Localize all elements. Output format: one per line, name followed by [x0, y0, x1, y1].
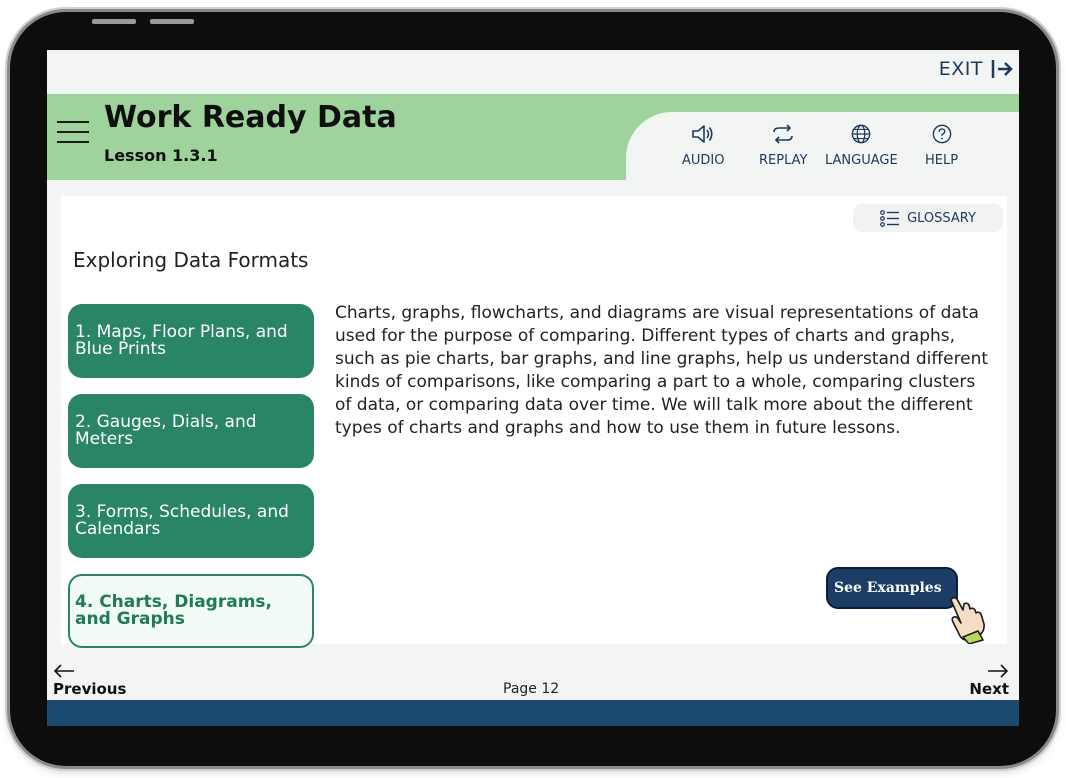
- replay-icon: [773, 124, 794, 144]
- exit-label: EXIT: [938, 58, 983, 80]
- help-icon: [932, 124, 951, 144]
- bottom-bar: [47, 700, 1019, 726]
- toolbar: AUDIO REPLAY LANGUAGE HELP: [626, 112, 1019, 182]
- volume-button-2: [150, 19, 194, 24]
- topic-button-1[interactable]: 1. Maps, Floor Plans, and Blue Prints: [68, 304, 314, 378]
- section-title: Exploring Data Formats: [73, 248, 309, 272]
- arrow-left-icon: [53, 664, 74, 678]
- see-examples-label: See Examples: [834, 580, 942, 596]
- exit-icon: [991, 60, 1013, 78]
- app-screen: EXIT Work Ready Data Lesson 1.3.1 AUDIO …: [47, 50, 1019, 726]
- topic-label: 3. Forms, Schedules, and Calendars: [75, 502, 289, 539]
- volume-button: [92, 19, 136, 24]
- arrow-right-icon: [988, 664, 1009, 678]
- page-number: Page 12: [503, 681, 560, 697]
- topic-button-3[interactable]: 3. Forms, Schedules, and Calendars: [68, 484, 314, 558]
- lesson-body-text: Charts, graphs, flowcharts, and diagrams…: [335, 303, 989, 438]
- menu-icon[interactable]: [57, 121, 89, 145]
- glossary-button[interactable]: GLOSSARY: [853, 204, 1003, 232]
- help-label: HELP: [925, 153, 959, 168]
- replay-button[interactable]: REPLAY: [759, 124, 807, 168]
- app-title: Work Ready Data: [104, 100, 397, 135]
- language-button[interactable]: LANGUAGE: [825, 124, 898, 168]
- pointer-hand-icon: [938, 587, 985, 644]
- previous-label: Previous: [53, 680, 127, 698]
- topic-button-2[interactable]: 2. Gauges, Dials, and Meters: [68, 394, 314, 468]
- next-label: Next: [969, 680, 1009, 698]
- list-icon: [880, 209, 900, 227]
- lesson-header: Work Ready Data Lesson 1.3.1 AUDIO REPLA…: [47, 94, 1019, 182]
- glossary-label: GLOSSARY: [907, 210, 976, 226]
- audio-label: AUDIO: [682, 153, 725, 168]
- topic-button-4[interactable]: 4. Charts, Diagrams, and Graphs: [68, 574, 314, 648]
- replay-label: REPLAY: [759, 153, 808, 168]
- previous-button[interactable]: Previous: [53, 664, 126, 698]
- exit-button[interactable]: EXIT: [939, 58, 1013, 80]
- language-label: LANGUAGE: [825, 153, 898, 168]
- topic-label: 4. Charts, Diagrams, and Graphs: [75, 592, 272, 629]
- topic-label: 1. Maps, Floor Plans, and Blue Prints: [75, 322, 288, 359]
- topic-label: 2. Gauges, Dials, and Meters: [75, 412, 257, 449]
- tablet-frame: EXIT Work Ready Data Lesson 1.3.1 AUDIO …: [10, 12, 1056, 766]
- globe-icon: [852, 124, 871, 144]
- audio-button[interactable]: AUDIO: [682, 124, 725, 168]
- content-panel: GLOSSARY Exploring Data Formats 1. Maps,…: [61, 196, 1007, 648]
- help-button[interactable]: HELP: [925, 124, 958, 168]
- speaker-icon: [692, 125, 713, 143]
- next-button[interactable]: Next: [969, 664, 1009, 698]
- lesson-number: Lesson 1.3.1: [104, 146, 218, 165]
